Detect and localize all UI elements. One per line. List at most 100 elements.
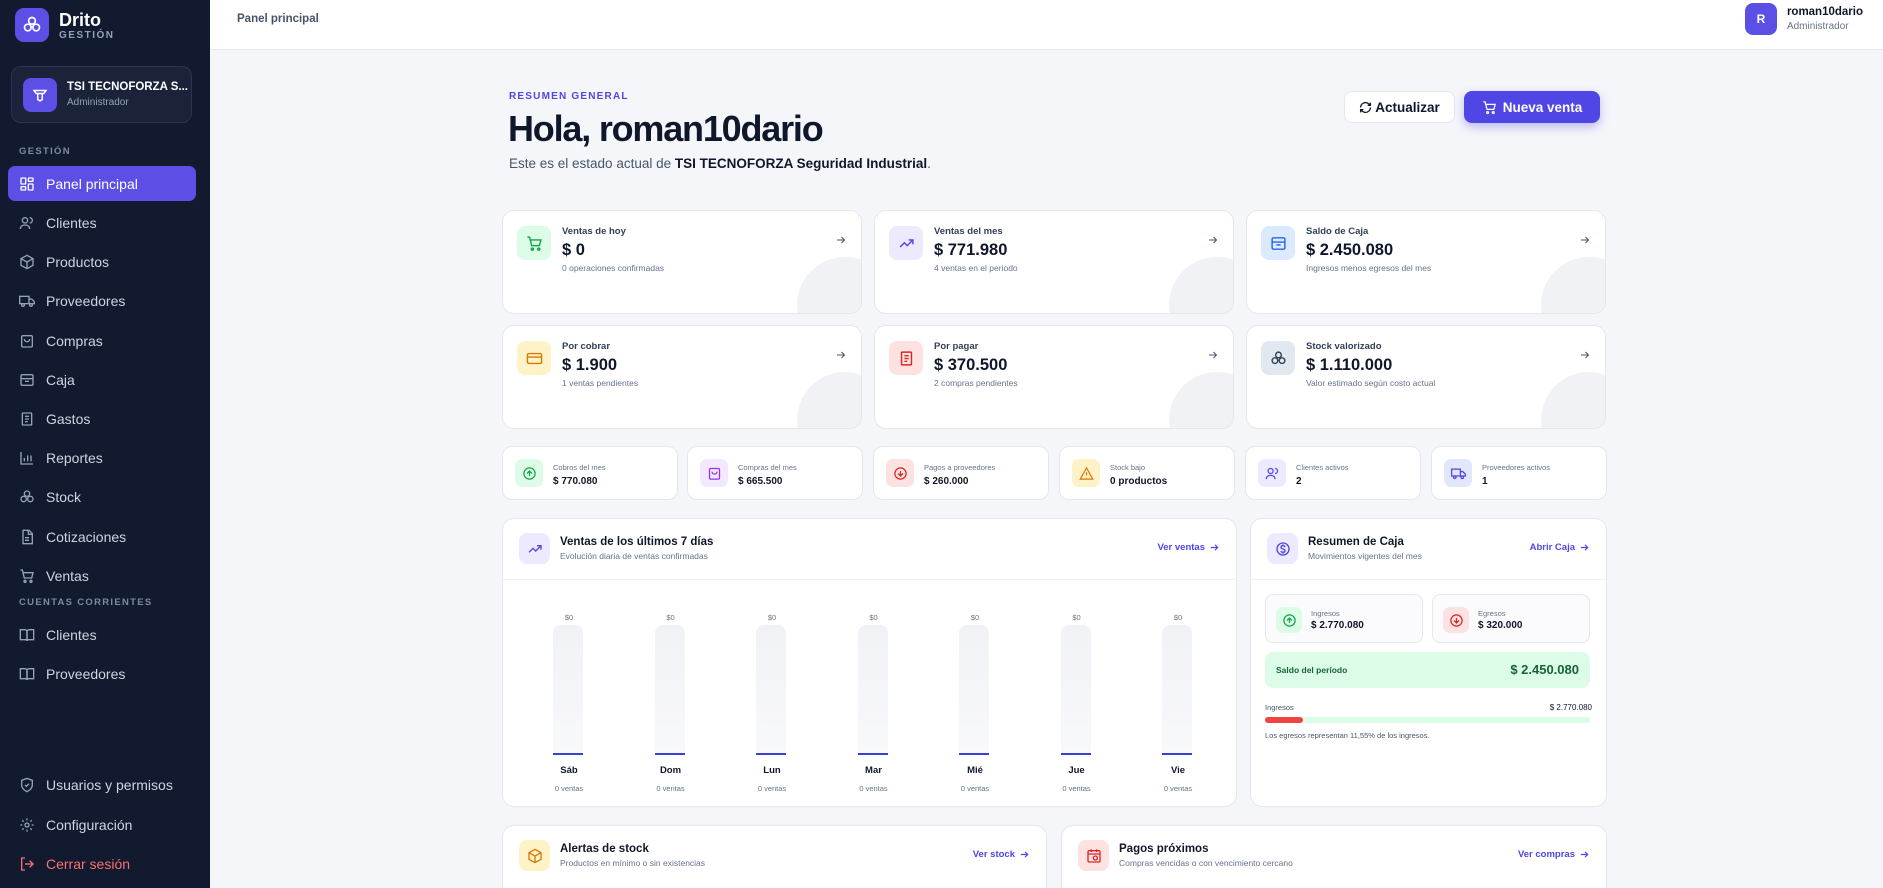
mini-card-compras[interactable]: Compras del mes $ 665.500: [687, 446, 863, 500]
mini-card-pagos[interactable]: Pagos a proveedores $ 260.000: [873, 446, 1049, 500]
sidebar-item-stock[interactable]: Stock: [8, 479, 196, 514]
sidebar-item-gastos[interactable]: Gastos: [8, 401, 196, 436]
new-sale-button[interactable]: Nueva venta: [1464, 91, 1600, 123]
stat-card-por-cobrar[interactable]: Por cobrar $ 1.900 1 ventas pendientes: [502, 325, 862, 429]
trending-up-icon: [889, 226, 923, 260]
mini-value: 1: [1482, 476, 1488, 487]
stat-card-stock-valorizado[interactable]: Stock valorizado $ 1.110.000 Valor estim…: [1246, 325, 1606, 429]
stat-label: Ventas del mes: [934, 226, 1003, 237]
sidebar-item-compras[interactable]: Compras: [8, 323, 196, 358]
refresh-button[interactable]: Actualizar: [1344, 91, 1455, 123]
mini-card-stock-bajo[interactable]: Stock bajo 0 productos: [1059, 446, 1235, 500]
arrow-right-icon: [1580, 851, 1589, 858]
bar-category-label: Vie: [1170, 765, 1186, 776]
breadcrumb: Panel principal: [237, 13, 319, 25]
sidebar-item-label: Cotizaciones: [46, 528, 127, 545]
desc-company: TSI TECNOFORZA Seguridad Industrial: [674, 156, 928, 171]
sidebar-item-logout[interactable]: Cerrar sesión: [8, 846, 196, 881]
saldo-periodo: Saldo del período $ 2.450.080: [1265, 652, 1590, 688]
arrow-up-circle-icon: [1276, 607, 1302, 633]
link-label: Abrir Caja: [1529, 542, 1575, 553]
bar-track: [654, 625, 685, 755]
sidebar-item-reportes[interactable]: Reportes: [8, 440, 196, 475]
desc-suffix: .: [927, 156, 931, 171]
sidebar-item-label: Productos: [46, 253, 110, 270]
trending-up-icon: [519, 533, 550, 564]
bar-value-label: $0: [666, 613, 675, 622]
mini-card-proveedores[interactable]: Proveedores activos 1: [1431, 446, 1607, 500]
sidebar-item-caja[interactable]: Caja: [8, 362, 196, 397]
sidebar-item-cc-clientes[interactable]: Clientes: [8, 617, 196, 652]
ver-compras-link[interactable]: Ver compras: [1518, 849, 1590, 860]
stat-label: Por cobrar: [562, 341, 611, 352]
new-sale-label: Nueva venta: [1502, 99, 1583, 115]
ver-ventas-link[interactable]: Ver ventas: [1157, 542, 1220, 553]
arrow-down-circle-icon: [1443, 607, 1469, 633]
mini-label: Compras del mes: [738, 463, 797, 472]
users-icon: [1258, 459, 1286, 487]
sidebar-item-configuracion[interactable]: Configuración: [8, 807, 196, 842]
stat-card-ventas-mes[interactable]: Ventas del mes $ 771.980 4 ventas en el …: [874, 210, 1234, 314]
sidebar-item-cc-proveedores[interactable]: Proveedores: [8, 656, 196, 691]
truck-icon: [19, 295, 35, 307]
cart-icon: [517, 226, 551, 260]
mini-label: Clientes activos: [1296, 463, 1349, 472]
cash-box-icon: [20, 373, 34, 386]
sidebar-item-ventas[interactable]: Ventas: [8, 558, 196, 593]
stat-card-ventas-hoy[interactable]: Ventas de hoy $ 0 0 operaciones confirma…: [502, 210, 862, 314]
stat-label: Stock valorizado: [1306, 341, 1382, 352]
caja-panel: Resumen de Caja Movimientos vigentes del…: [1250, 518, 1607, 807]
section-label-gestion: GESTIÓN: [19, 146, 71, 157]
sidebar-item-label: Gastos: [46, 410, 91, 427]
bar-category-label: Dom: [659, 765, 682, 776]
calendar-clock-icon: [1078, 840, 1109, 871]
receipt-icon: [889, 341, 923, 375]
mini-value: $ 665.500: [738, 476, 783, 487]
brand[interactable]: Drito GESTIÓN: [15, 8, 115, 42]
link-label: Ver stock: [972, 849, 1015, 860]
sidebar-item-proveedores[interactable]: Proveedores: [8, 283, 196, 318]
arrow-down-circle-icon: [886, 459, 914, 487]
stat-sub: 4 ventas en el periodo: [934, 263, 1018, 273]
stat-value: $ 370.500: [934, 356, 1008, 374]
sidebar-item-usuarios[interactable]: Usuarios y permisos: [8, 767, 196, 802]
sidebar-item-label: Panel principal: [46, 175, 138, 192]
sidebar-item-label: Clientes: [46, 626, 97, 643]
abrir-caja-link[interactable]: Abrir Caja: [1530, 542, 1590, 553]
bar-count-label: 0 ventas: [1062, 784, 1091, 793]
egresos-value: $ 320.000: [1478, 620, 1523, 631]
panel-subtitle: Compras vencidas o con vencimiento cerca…: [1119, 858, 1293, 868]
user-menu[interactable]: R roman10dario Administrador: [1744, 3, 1863, 35]
boxes-icon: [1261, 341, 1295, 375]
sidebar-item-label: Compras: [46, 332, 103, 349]
sidebar-item-cotizaciones[interactable]: Cotizaciones: [8, 519, 196, 554]
panel-subtitle: Productos en mínimo o sin existencias: [560, 858, 706, 868]
bar: [1162, 753, 1192, 755]
stat-card-saldo-caja[interactable]: Saldo de Caja $ 2.450.080 Ingresos menos…: [1246, 210, 1606, 314]
bar-count-label: 0 ventas: [859, 784, 888, 793]
bar-value-label: $0: [767, 613, 777, 622]
arrow-right-icon: [837, 351, 846, 359]
sidebar-item-clientes[interactable]: Clientes: [8, 205, 196, 240]
stat-sub: 0 operaciones confirmadas: [562, 263, 665, 273]
sidebar-item-productos[interactable]: Productos: [8, 244, 196, 279]
bar: [553, 753, 583, 755]
mini-label: Proveedores activos: [1482, 463, 1550, 472]
mini-card-cobros[interactable]: Cobros del mes $ 770.080: [502, 446, 678, 500]
company-switcher[interactable]: TSI TECNOFORZA S... Administrador: [11, 66, 192, 123]
panel-title: Alertas de stock: [560, 843, 649, 855]
ver-stock-link[interactable]: Ver stock: [973, 849, 1030, 860]
mini-card-clientes[interactable]: Clientes activos 2: [1245, 446, 1421, 500]
link-label: Ver compras: [1517, 849, 1575, 860]
arrow-right-icon: [1209, 351, 1218, 359]
bar-count-label: 0 ventas: [656, 784, 685, 793]
shopping-bag-icon: [700, 459, 728, 487]
users-icon: [19, 216, 33, 229]
stat-value: $ 0: [562, 241, 585, 259]
bar-count-label: 0 ventas: [960, 784, 990, 793]
arrow-right-icon: [1580, 544, 1589, 551]
arrow-right-icon: [1581, 351, 1590, 359]
bar-value-label: $0: [869, 613, 878, 622]
sidebar-item-panel-principal[interactable]: Panel principal: [8, 166, 196, 201]
stat-card-por-pagar[interactable]: Por pagar $ 370.500 2 compras pendientes: [874, 325, 1234, 429]
